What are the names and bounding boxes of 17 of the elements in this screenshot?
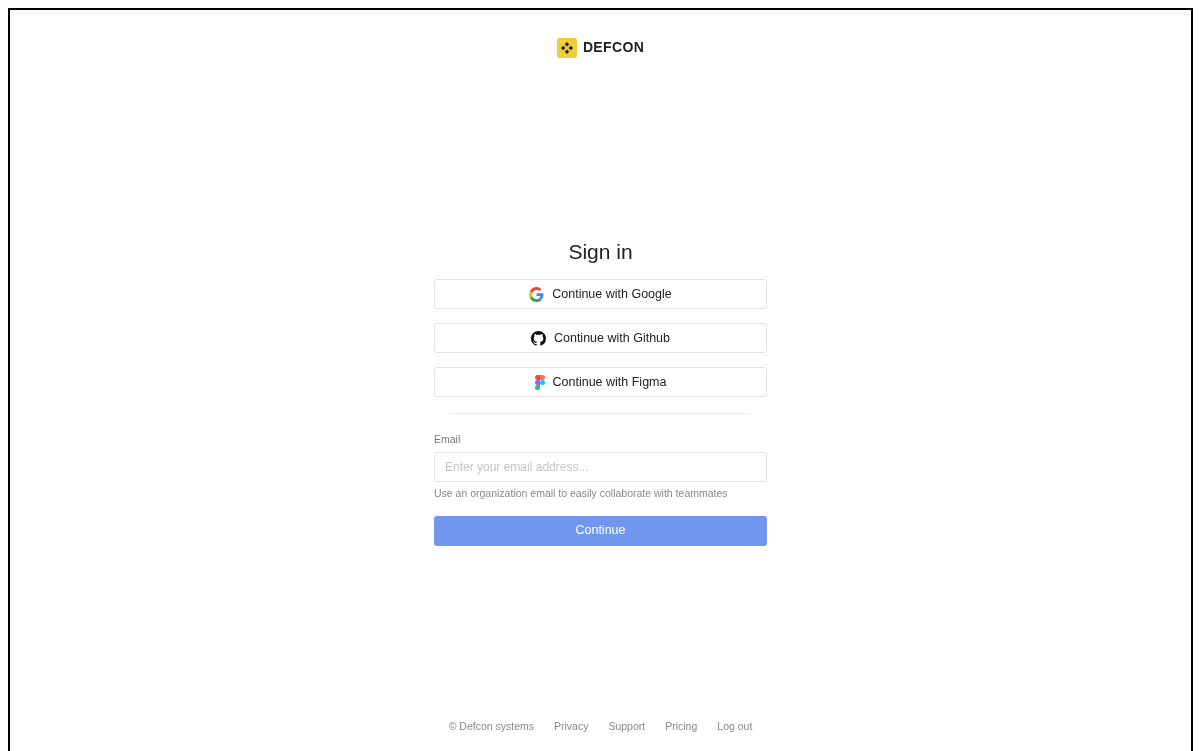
page-title: Sign in: [567, 239, 634, 265]
sign-in-provider-button[interactable]: Continue with Figma: [434, 367, 767, 397]
sign-in-provider-button[interactable]: Continue with Github: [434, 323, 767, 353]
github-icon: [530, 330, 546, 346]
brand-name: DEFCON: [582, 38, 645, 57]
email-hint: Use an organization email to easily collaborate with teammates: [434, 485, 729, 501]
email-label: Email: [434, 432, 462, 447]
google-icon: [529, 286, 545, 302]
footer-link[interactable]: Pricing: [665, 719, 698, 735]
footer-link[interactable]: Support: [608, 719, 646, 735]
logo-icon: [556, 37, 577, 58]
footer-link[interactable]: Log out: [717, 719, 753, 735]
copyright-text: © Defcon systems: [448, 719, 534, 735]
sign-in-provider-button[interactable]: Continue with Google: [434, 279, 767, 309]
figma-icon: [534, 374, 545, 390]
email-field[interactable]: Enter your email address...: [434, 451, 767, 482]
footer-link[interactable]: Privacy: [554, 719, 589, 735]
